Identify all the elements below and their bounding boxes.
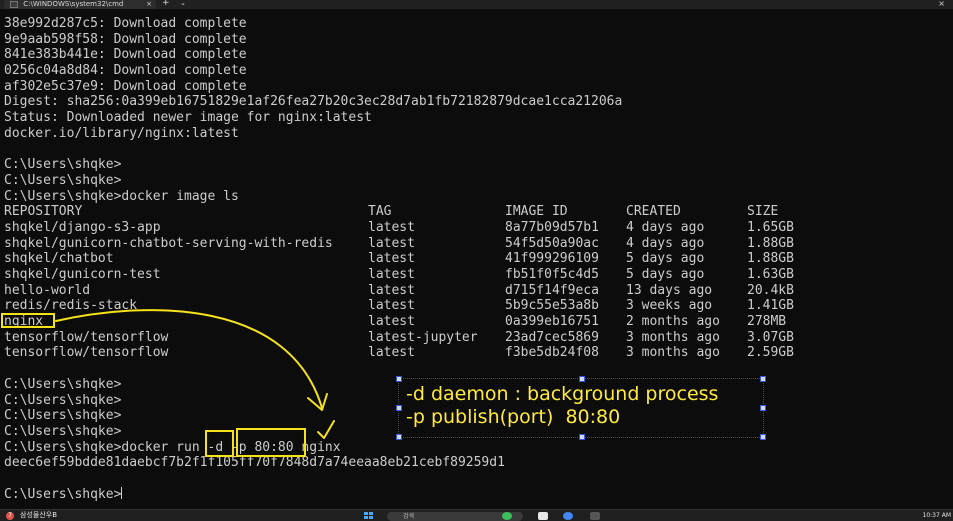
terminal-app-icon[interactable] (590, 512, 600, 520)
resize-handle[interactable] (579, 376, 585, 382)
resize-handle[interactable] (760, 376, 766, 382)
chrome-icon[interactable] (563, 512, 573, 520)
check-mark (317, 420, 335, 439)
resize-handle[interactable] (760, 434, 766, 440)
taskbar: 7 삼성물산우B 검색 10:37 AM (0, 509, 953, 521)
file-explorer-icon[interactable] (502, 512, 512, 520)
windows-start-icon[interactable] (364, 512, 374, 520)
resize-handle[interactable] (396, 376, 402, 382)
weather-badge[interactable]: 7 (6, 512, 14, 520)
search-placeholder: 검색 (403, 513, 415, 520)
resize-handle[interactable] (396, 405, 402, 411)
annotation-line-daemon: -d daemon : background process (406, 383, 719, 405)
resize-handle[interactable] (579, 434, 585, 440)
system-clock: 10:37 AM (922, 512, 951, 519)
arrow-curve (55, 309, 323, 409)
weather-widget[interactable]: 삼성물산우B (20, 511, 57, 520)
app-icon[interactable] (538, 512, 548, 520)
annotation-text-box[interactable]: -d daemon : background process -p publis… (396, 376, 766, 440)
annotation-line-publish: -p publish(port) 80:80 (406, 406, 621, 428)
resize-handle[interactable] (396, 434, 402, 440)
resize-handle[interactable] (760, 405, 766, 411)
annotation-ink (55, 309, 335, 439)
